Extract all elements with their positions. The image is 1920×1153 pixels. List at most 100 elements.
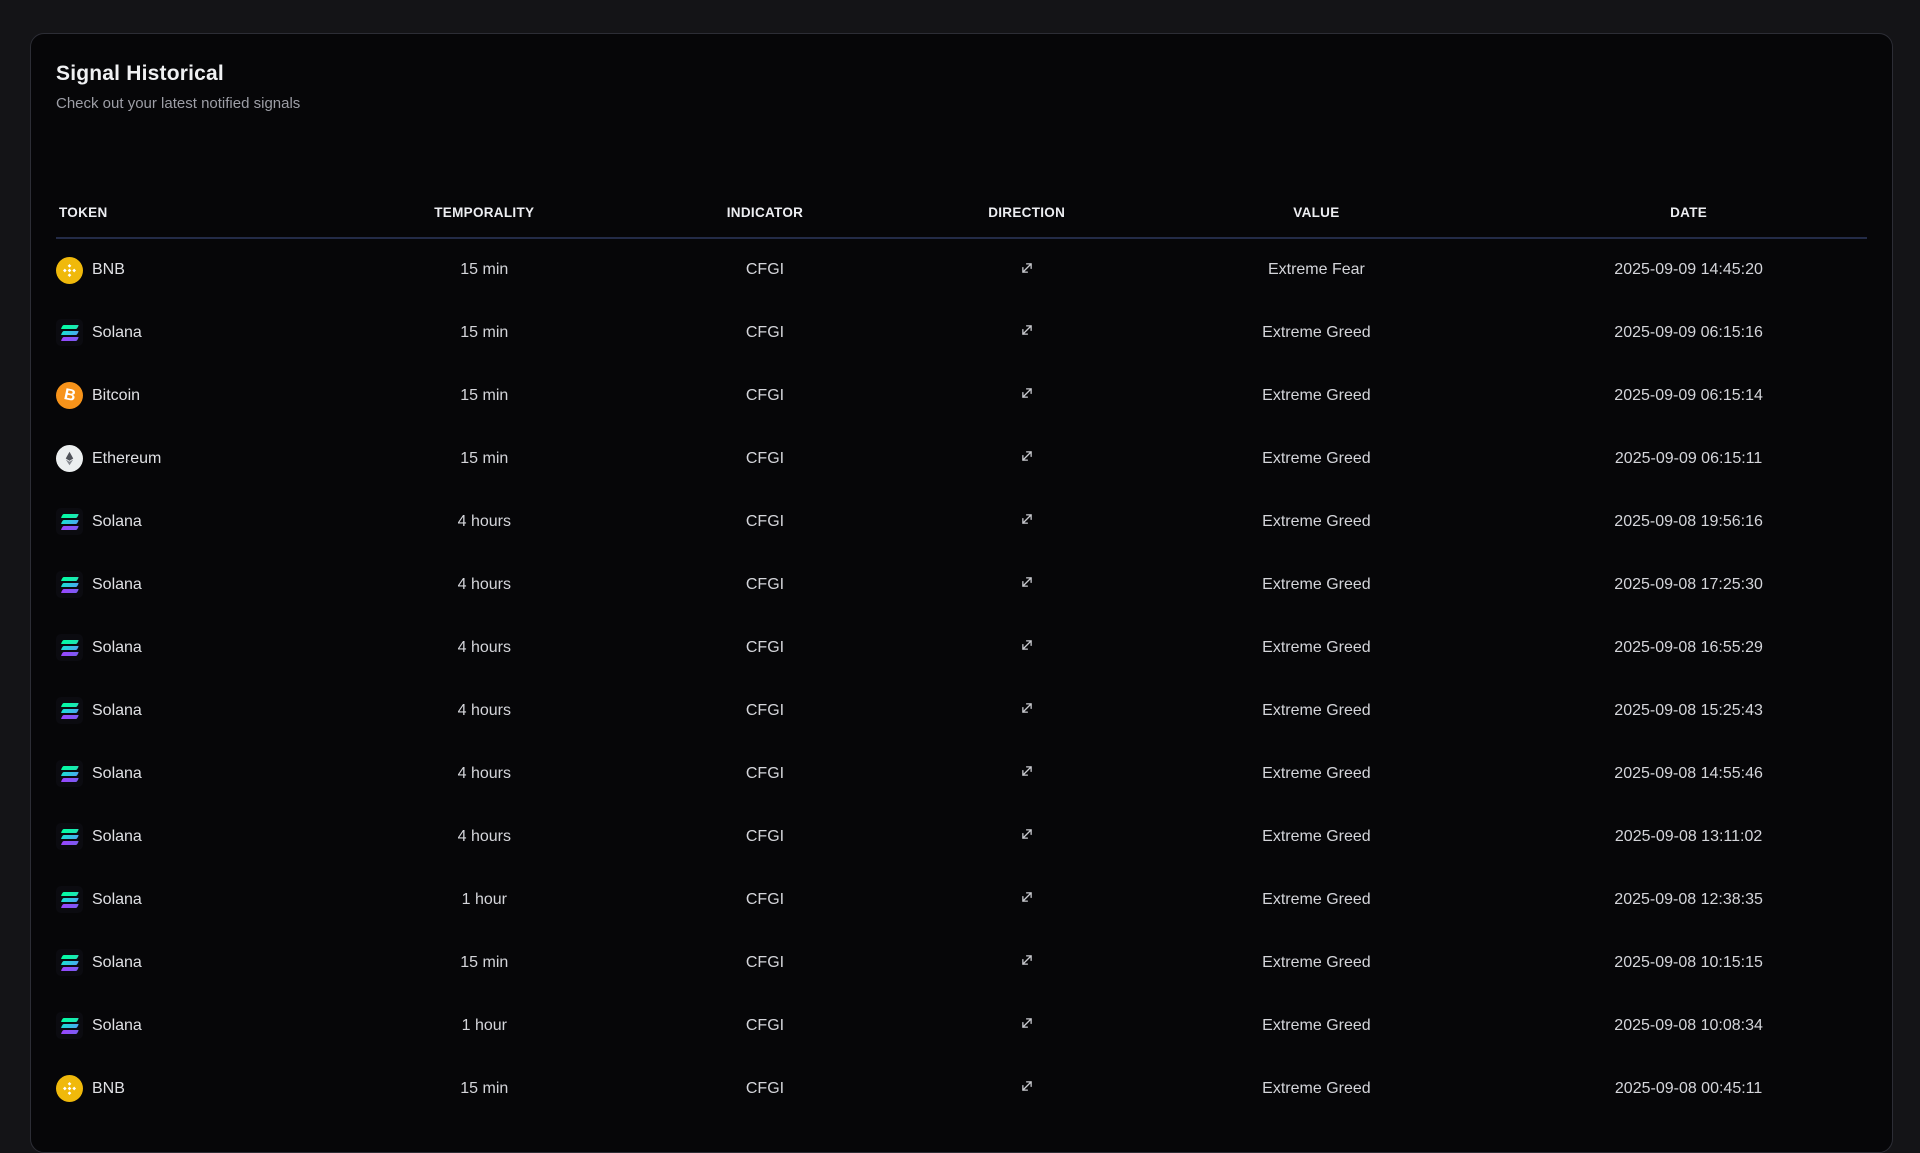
table-row: Solana 15 min CFGI Extreme Greed 2025-09… — [56, 931, 1867, 994]
bnb-icon — [56, 257, 83, 284]
indicator-cell: CFGI — [599, 238, 930, 301]
temporality-cell: 4 hours — [369, 616, 599, 679]
value-cell: Extreme Greed — [1123, 427, 1511, 490]
value-cell: Extreme Greed — [1123, 994, 1511, 1057]
diagonal-double-arrow-icon — [1018, 888, 1036, 906]
token-name: BNB — [92, 1080, 125, 1098]
table-header: TOKENTEMPORALITYINDICATORDIRECTIONVALUED… — [56, 171, 1867, 238]
temporality-cell: 1 hour — [369, 994, 599, 1057]
date-cell: 2025-09-08 16:55:29 — [1510, 616, 1867, 679]
token-name: Solana — [92, 828, 142, 846]
diagonal-double-arrow-icon — [1018, 510, 1036, 528]
value-cell: Extreme Greed — [1123, 868, 1511, 931]
token-name: Solana — [92, 954, 142, 972]
table-row: Solana 4 hours CFGI Extreme Greed 2025-0… — [56, 805, 1867, 868]
solana-icon — [56, 508, 83, 535]
temporality-cell: 4 hours — [369, 742, 599, 805]
token-name: Solana — [92, 513, 142, 531]
solana-icon — [56, 634, 83, 661]
direction-cell — [931, 805, 1123, 868]
solana-icon — [56, 760, 83, 787]
indicator-cell: CFGI — [599, 301, 930, 364]
date-cell: 2025-09-08 19:56:16 — [1510, 490, 1867, 553]
direction-cell — [931, 994, 1123, 1057]
indicator-cell: CFGI — [599, 868, 930, 931]
page-subtitle: Check out your latest notified signals — [56, 95, 1867, 113]
table-row: B Bitcoin 15 min CFGI Extreme Greed 2025… — [56, 364, 1867, 427]
token-cell: Solana — [56, 553, 369, 616]
date-cell: 2025-09-08 14:55:46 — [1510, 742, 1867, 805]
temporality-cell: 15 min — [369, 301, 599, 364]
temporality-cell: 4 hours — [369, 553, 599, 616]
diagonal-double-arrow-icon — [1018, 951, 1036, 969]
table-row: Solana 4 hours CFGI Extreme Greed 2025-0… — [56, 490, 1867, 553]
date-cell: 2025-09-09 14:45:20 — [1510, 238, 1867, 301]
direction-cell — [931, 868, 1123, 931]
indicator-cell: CFGI — [599, 931, 930, 994]
table-row: Solana 1 hour CFGI Extreme Greed 2025-09… — [56, 994, 1867, 1057]
diagonal-double-arrow-icon — [1018, 825, 1036, 843]
token-cell: Solana — [56, 301, 369, 364]
solana-icon — [56, 949, 83, 976]
date-cell: 2025-09-09 06:15:14 — [1510, 364, 1867, 427]
token-cell: B Bitcoin — [56, 364, 369, 427]
column-header-indicator: INDICATOR — [599, 171, 930, 238]
direction-cell — [931, 301, 1123, 364]
table-body: BNB 15 min CFGI Extreme Fear 2025-09-09 … — [56, 238, 1867, 1120]
token-cell: Solana — [56, 931, 369, 994]
bitcoin-icon: B — [56, 382, 83, 409]
column-header-value: VALUE — [1123, 171, 1511, 238]
indicator-cell: CFGI — [599, 1057, 930, 1120]
table-row: Solana 1 hour CFGI Extreme Greed 2025-09… — [56, 868, 1867, 931]
token-cell: BNB — [56, 238, 369, 301]
solana-icon — [56, 1012, 83, 1039]
solana-icon — [56, 886, 83, 913]
temporality-cell: 15 min — [369, 238, 599, 301]
table-row: Solana 4 hours CFGI Extreme Greed 2025-0… — [56, 553, 1867, 616]
token-cell: Solana — [56, 994, 369, 1057]
date-cell: 2025-09-08 17:25:30 — [1510, 553, 1867, 616]
token-cell: Solana — [56, 805, 369, 868]
diagonal-double-arrow-icon — [1018, 636, 1036, 654]
value-cell: Extreme Greed — [1123, 742, 1511, 805]
indicator-cell: CFGI — [599, 364, 930, 427]
solana-icon — [56, 823, 83, 850]
value-cell: Extreme Greed — [1123, 553, 1511, 616]
value-cell: Extreme Greed — [1123, 931, 1511, 994]
token-name: Solana — [92, 891, 142, 909]
page-title: Signal Historical — [56, 61, 1867, 86]
token-name: Ethereum — [92, 450, 161, 468]
token-name: Solana — [92, 765, 142, 783]
table-row: Solana 4 hours CFGI Extreme Greed 2025-0… — [56, 616, 1867, 679]
value-cell: Extreme Greed — [1123, 616, 1511, 679]
direction-cell — [931, 553, 1123, 616]
diagonal-double-arrow-icon — [1018, 1014, 1036, 1032]
indicator-cell: CFGI — [599, 616, 930, 679]
token-name: Solana — [92, 324, 142, 342]
date-cell: 2025-09-08 13:11:02 — [1510, 805, 1867, 868]
table-row: Solana 4 hours CFGI Extreme Greed 2025-0… — [56, 742, 1867, 805]
temporality-cell: 1 hour — [369, 868, 599, 931]
diagonal-double-arrow-icon — [1018, 259, 1036, 277]
date-cell: 2025-09-08 15:25:43 — [1510, 679, 1867, 742]
token-name: Solana — [92, 702, 142, 720]
temporality-cell: 15 min — [369, 931, 599, 994]
date-cell: 2025-09-08 00:45:11 — [1510, 1057, 1867, 1120]
indicator-cell: CFGI — [599, 805, 930, 868]
temporality-cell: 4 hours — [369, 490, 599, 553]
table-row: Solana 4 hours CFGI Extreme Greed 2025-0… — [56, 679, 1867, 742]
token-cell: Solana — [56, 679, 369, 742]
ethereum-icon — [56, 445, 83, 472]
date-cell: 2025-09-09 06:15:11 — [1510, 427, 1867, 490]
token-name: Bitcoin — [92, 387, 140, 405]
column-header-direction: DIRECTION — [931, 171, 1123, 238]
solana-icon — [56, 571, 83, 598]
signals-table: TOKENTEMPORALITYINDICATORDIRECTIONVALUED… — [56, 171, 1867, 1120]
table-row: BNB 15 min CFGI Extreme Greed 2025-09-08… — [56, 1057, 1867, 1120]
value-cell: Extreme Greed — [1123, 364, 1511, 427]
table-row: BNB 15 min CFGI Extreme Fear 2025-09-09 … — [56, 238, 1867, 301]
date-cell: 2025-09-08 12:38:35 — [1510, 868, 1867, 931]
token-cell: Ethereum — [56, 427, 369, 490]
token-name: BNB — [92, 261, 125, 279]
diagonal-double-arrow-icon — [1018, 384, 1036, 402]
